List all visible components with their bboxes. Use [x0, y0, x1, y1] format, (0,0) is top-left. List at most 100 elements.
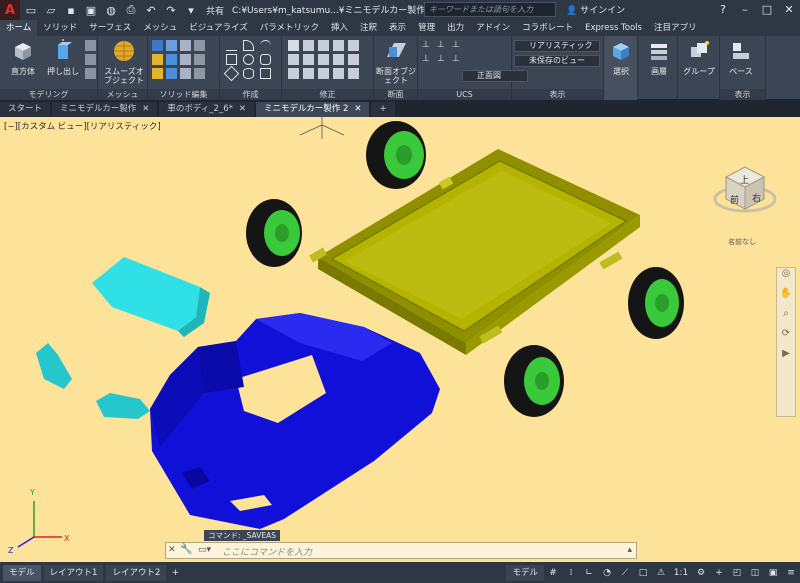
undo-icon[interactable]: ↶ — [142, 2, 160, 18]
save-icon[interactable]: ▪ — [62, 2, 80, 18]
line-icon[interactable] — [226, 40, 237, 51]
new-icon[interactable]: ▭ — [22, 2, 40, 18]
mirror-icon[interactable] — [288, 54, 299, 65]
groups-button[interactable]: グループ — [678, 39, 720, 76]
model-scene[interactable]: Y X Z — [0, 117, 800, 562]
close-icon[interactable]: ✕ — [354, 102, 361, 117]
scale-icon[interactable] — [348, 54, 359, 65]
ucs-world-icon[interactable]: ⊥ — [437, 40, 448, 51]
zoom-icon[interactable]: ⌕ — [777, 308, 795, 328]
3d-array-icon[interactable] — [348, 68, 359, 79]
interfere-icon[interactable] — [194, 40, 205, 51]
panel-label-modeling[interactable]: モデリング — [0, 89, 97, 100]
circle-icon[interactable] — [243, 54, 254, 65]
command-input[interactable]: ここにコマンドを入力 — [222, 545, 312, 558]
share-button[interactable]: 共有 — [206, 4, 224, 17]
add-layout-icon[interactable]: + — [168, 566, 182, 580]
sweep-icon[interactable] — [85, 68, 96, 79]
layout-tab-layout2[interactable]: レイアウト2 — [106, 564, 167, 581]
tab-manage[interactable]: 管理 — [412, 20, 441, 36]
polyline-icon[interactable] — [243, 40, 254, 51]
orbit-icon[interactable]: ⟳ — [777, 328, 795, 348]
panel-label-ucs[interactable]: UCS — [418, 89, 511, 100]
tab-home[interactable]: ホーム — [0, 20, 38, 36]
section-plane-button[interactable]: 断面オブジェクト — [375, 39, 417, 85]
panel-label-solid-edit[interactable]: ソリッド編集 — [148, 89, 219, 100]
print-icon[interactable]: ⎙ — [122, 2, 140, 18]
command-history-dropdown-icon[interactable]: ▴ — [627, 545, 632, 555]
isodraft-icon[interactable]: ⟋ — [618, 566, 632, 580]
layout-tab-layout1[interactable]: レイアウト1 — [43, 564, 104, 581]
settings-icon[interactable]: ⚙ — [694, 566, 708, 580]
arc-icon[interactable] — [260, 40, 271, 51]
union-icon[interactable] — [152, 40, 163, 51]
tab-solid[interactable]: ソリッド — [37, 20, 83, 36]
showmotion-icon[interactable]: ▶ — [777, 348, 795, 368]
menu-icon[interactable]: ≡ — [784, 566, 798, 580]
layout-tab-model[interactable]: モデル — [3, 564, 41, 581]
hatch-icon[interactable] — [260, 68, 271, 79]
signin-button[interactable]: 👤 サインイン — [566, 3, 625, 16]
drawing-viewport[interactable]: [−][カスタム ビュー][リアリスティック] Y X Z 上 前 右 名前なし… — [0, 117, 800, 562]
tab-view[interactable]: 表示 — [383, 20, 412, 36]
3d-mirror-icon[interactable] — [333, 68, 344, 79]
help-icon[interactable]: ? — [712, 0, 734, 20]
copy-icon[interactable] — [348, 40, 359, 51]
panel-label-view[interactable]: 表示 — [512, 89, 603, 100]
offset-edges-icon[interactable] — [152, 68, 163, 79]
close-command-icon[interactable]: ✕ — [168, 545, 176, 555]
panel-label-draw[interactable]: 作成 — [220, 89, 281, 100]
model-space-button[interactable]: モデル — [506, 564, 544, 581]
panel-label-mesh[interactable]: メッシュ — [98, 89, 147, 100]
doc-tab-minimodelcar-2[interactable]: ミニモデルカー製作 2 ✕ — [256, 102, 370, 117]
close-icon[interactable]: ✕ — [142, 102, 149, 117]
windshield-glass[interactable] — [92, 257, 210, 337]
close-icon[interactable]: ✕ — [239, 102, 246, 117]
tab-parametric[interactable]: パラメトリック — [254, 20, 325, 36]
isolate-icon[interactable]: ◰ — [730, 566, 744, 580]
rectangle-icon[interactable] — [226, 54, 237, 65]
car-body[interactable] — [150, 313, 440, 529]
tab-output[interactable]: 出力 — [441, 20, 470, 36]
rotate-icon[interactable] — [303, 40, 314, 51]
search-input[interactable]: キーワードまたは語句を入力 — [424, 2, 556, 17]
rear-window-glass[interactable] — [96, 393, 150, 419]
layers-button[interactable]: 画層 — [638, 39, 680, 76]
plus-icon[interactable]: + — [712, 566, 726, 580]
slice-icon[interactable] — [194, 54, 205, 65]
separate-icon[interactable] — [166, 68, 177, 79]
tab-addins[interactable]: アドイン — [470, 20, 516, 36]
viewcube-ucs-menu[interactable]: 名前なし — [728, 237, 756, 247]
ucs-origin-icon[interactable]: ⊥ — [452, 40, 463, 51]
viewcube-front-label[interactable]: 前 — [730, 193, 739, 206]
osnap-icon[interactable]: □ — [636, 566, 650, 580]
stretch-icon[interactable] — [333, 54, 344, 65]
wheel-front-left[interactable] — [366, 121, 426, 189]
doc-tab-minimodelcar[interactable]: ミニモデルカー製作 ✕ — [52, 102, 158, 117]
panel-label-modify[interactable]: 修正 — [282, 89, 373, 100]
ucs-y-icon[interactable]: ⊥ — [437, 54, 448, 65]
offset-icon[interactable] — [303, 68, 314, 79]
wheel-rear-left[interactable] — [246, 199, 302, 267]
autocad-logo[interactable]: A — [0, 0, 20, 20]
tab-visualize[interactable]: ビジュアライズ — [183, 20, 253, 36]
shell-icon[interactable] — [180, 54, 191, 65]
diamond-icon[interactable] — [223, 65, 240, 82]
visual-style-combo[interactable]: リアリスティック — [514, 40, 600, 52]
tab-featured-apps[interactable]: 注目アプリ — [648, 20, 703, 36]
customize-icon[interactable]: 🔧 — [180, 544, 192, 555]
extract-edges-icon[interactable] — [166, 54, 177, 65]
tab-insert[interactable]: 挿入 — [325, 20, 354, 36]
tab-annotate[interactable]: 注釈 — [354, 20, 383, 36]
array-icon[interactable] — [288, 68, 299, 79]
subtract-icon[interactable] — [166, 40, 177, 51]
saved-view-combo[interactable]: 未保存のビュー — [514, 55, 600, 67]
tab-surface[interactable]: サーフェス — [83, 20, 137, 36]
snap-icon[interactable]: ⁞ — [564, 566, 578, 580]
extrude-button[interactable]: 押し出し — [42, 39, 84, 76]
smooth-object-button[interactable]: スムーズオブジェクト — [102, 39, 146, 85]
wheel-rear-right[interactable] — [504, 345, 564, 417]
tab-mesh[interactable]: メッシュ — [137, 20, 183, 36]
save-as-icon[interactable]: ▣ — [82, 2, 100, 18]
pan-icon[interactable]: ✋ — [777, 288, 795, 308]
